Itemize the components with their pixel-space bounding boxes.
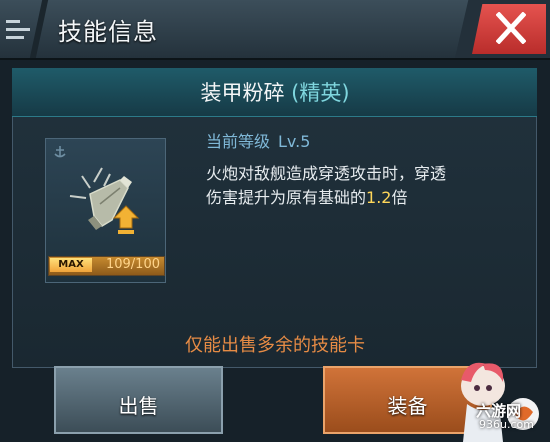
skill-name: 装甲粉碎 (200, 81, 285, 105)
shell-icon (69, 167, 140, 234)
max-badge: MAX (50, 258, 92, 272)
damage-multiplier: 1.2 (366, 188, 392, 207)
skill-description: 火炮对敌舰造成穿透攻击时，穿透 伤害提升为原有基础的1.2倍 (206, 162, 496, 210)
skill-description-text: 伤害提升为原有基础的 (206, 188, 367, 207)
skill-tier: (精英) (291, 81, 350, 105)
sell-button-label: 出售 (118, 394, 159, 418)
current-level-label: 当前等级 (206, 132, 271, 151)
skill-description-line-2: 伤害提升为原有基础的1.2倍 (206, 186, 496, 210)
menu-icon[interactable] (6, 20, 32, 40)
sell-restriction-note: 仅能出售多余的技能卡 (185, 335, 365, 356)
current-level: 当前等级 Lv.5 (206, 128, 310, 152)
skill-description-line-1: 火炮对敌舰造成穿透攻击时，穿透 (206, 164, 447, 183)
skill-description-suffix: 倍 (391, 188, 408, 207)
sell-button[interactable]: 出售 (54, 366, 223, 434)
skill-title: 装甲粉碎 (精英) (0, 77, 550, 107)
current-level-value: Lv.5 (278, 132, 311, 151)
close-button[interactable] (472, 4, 546, 54)
page-title: 技能信息 (58, 18, 158, 46)
anchor-icon (54, 146, 66, 158)
close-icon (496, 12, 526, 44)
skill-exp-text: 109/100 (105, 257, 160, 272)
watermark-url: 936u.com (479, 418, 534, 431)
